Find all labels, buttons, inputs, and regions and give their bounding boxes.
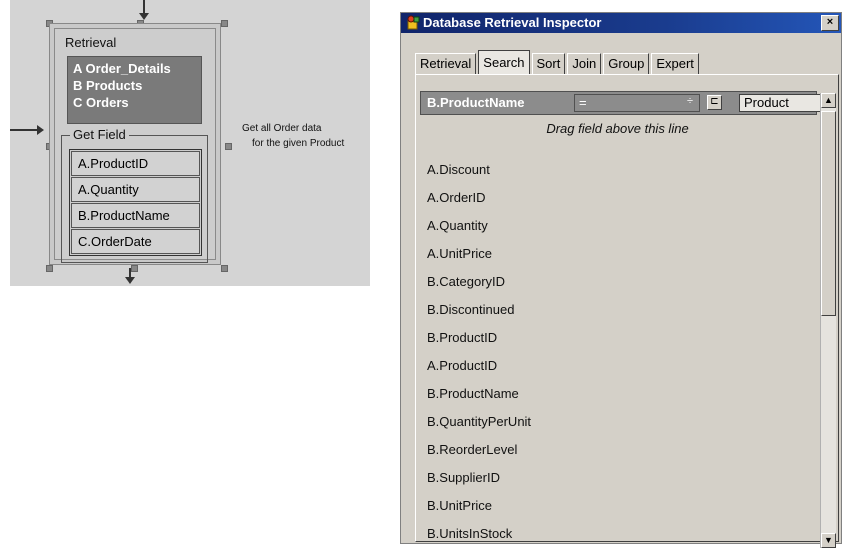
tab-expert[interactable]: Expert	[651, 53, 699, 74]
available-fields-list: A.Discount A.OrderID A.Quantity A.UnitPr…	[427, 156, 812, 540]
retrieval-node[interactable]: Retrieval A Order_Details B Products C O…	[49, 23, 221, 265]
get-field-list: A.ProductID A.Quantity B.ProductName C.O…	[69, 149, 202, 256]
field-list-item[interactable]: B.ReorderLevel	[427, 436, 812, 464]
drag-field-hint: Drag field above this line	[546, 121, 689, 136]
field-list-item[interactable]: B.Discontinued	[427, 296, 812, 324]
get-field-item[interactable]: C.OrderDate	[71, 229, 200, 254]
get-field-group[interactable]: Get Field A.ProductID A.Quantity B.Produ…	[61, 127, 208, 263]
get-field-item[interactable]: A.ProductID	[71, 151, 200, 176]
window-titlebar[interactable]: Database Retrieval Inspector ×	[401, 13, 841, 33]
incoming-arrow-top	[143, 0, 145, 14]
comment-line-2: for the given Product	[252, 138, 345, 149]
close-button[interactable]: ×	[821, 15, 839, 31]
scroll-thumb[interactable]	[821, 111, 836, 316]
selection-handle[interactable]	[221, 20, 228, 27]
tab-join[interactable]: Join	[567, 53, 602, 74]
field-list-item[interactable]: B.UnitsInStock	[427, 520, 812, 540]
selection-handle[interactable]	[46, 265, 53, 272]
tab-sort[interactable]: Sort	[531, 53, 566, 74]
get-field-item[interactable]: B.ProductName	[71, 203, 200, 228]
table-item: B Products	[73, 78, 143, 93]
diagram-comment: Get all Order data for the given Product	[242, 121, 344, 151]
flow-diagram-canvas: Retrieval A Order_Details B Products C O…	[10, 0, 370, 286]
field-list-item[interactable]: A.Discount	[427, 156, 812, 184]
table-item: C Orders	[73, 95, 129, 110]
retrieval-tables-list[interactable]: A Order_Details B Products C Orders	[67, 56, 202, 124]
field-list-item[interactable]: A.OrderID	[427, 184, 812, 212]
field-list-item[interactable]: A.ProductID	[427, 352, 812, 380]
incoming-arrowhead-left	[37, 125, 44, 135]
get-field-title: Get Field	[70, 127, 129, 142]
selection-handle[interactable]	[225, 143, 232, 150]
vertical-scrollbar[interactable]: ▲ ▼	[820, 93, 836, 548]
database-inspector-icon	[407, 15, 420, 30]
criteria-operator-select[interactable]: = ÷	[574, 94, 700, 112]
criteria-field-name: B.ProductName	[427, 95, 525, 110]
incoming-arrow-left	[10, 129, 38, 131]
field-list-item[interactable]: B.CategoryID	[427, 268, 812, 296]
table-item: A Order_Details	[73, 61, 171, 76]
database-retrieval-inspector-window: Database Retrieval Inspector × Retrieval…	[400, 12, 842, 548]
field-list-item[interactable]: A.Quantity	[427, 212, 812, 240]
criteria-value-field[interactable]: Product	[739, 94, 821, 112]
field-list-item[interactable]: B.ProductName	[427, 380, 812, 408]
field-list-item[interactable]: B.SupplierID	[427, 464, 812, 492]
window-title: Database Retrieval Inspector	[423, 15, 602, 30]
criteria-checkbox[interactable]: ⊏	[707, 95, 722, 110]
selection-handle[interactable]	[221, 265, 228, 272]
comment-line-1: Get all Order data	[242, 123, 322, 134]
inspector-tabs: Retrieval Search Sort Join Group Expert	[415, 50, 701, 74]
outgoing-arrowhead-bottom	[125, 277, 135, 284]
scroll-down-arrow-icon[interactable]: ▼	[821, 533, 836, 548]
tab-search[interactable]: Search	[478, 50, 530, 74]
incoming-arrowhead-top	[139, 13, 149, 20]
retrieval-node-title: Retrieval	[65, 35, 117, 50]
field-list-item[interactable]: A.UnitPrice	[427, 240, 812, 268]
search-criteria-row[interactable]: B.ProductName = ÷ ⊏ Product	[420, 91, 821, 115]
tab-retrieval[interactable]: Retrieval	[415, 53, 477, 74]
screenshot-canvas: Retrieval A Order_Details B Products C O…	[0, 0, 843, 548]
field-list-item[interactable]: B.QuantityPerUnit	[427, 408, 812, 436]
criteria-operator-value: =	[579, 95, 587, 110]
scroll-up-arrow-icon[interactable]: ▲	[821, 93, 836, 108]
field-list-item[interactable]: B.UnitPrice	[427, 492, 812, 520]
tab-group[interactable]: Group	[603, 53, 650, 74]
field-list-item[interactable]: B.ProductID	[427, 324, 812, 352]
dropdown-arrow-icon: ÷	[686, 95, 693, 107]
get-field-item[interactable]: A.Quantity	[71, 177, 200, 202]
retrieval-node-inner: Retrieval A Order_Details B Products C O…	[54, 28, 216, 263]
selection-handle[interactable]	[131, 265, 138, 272]
